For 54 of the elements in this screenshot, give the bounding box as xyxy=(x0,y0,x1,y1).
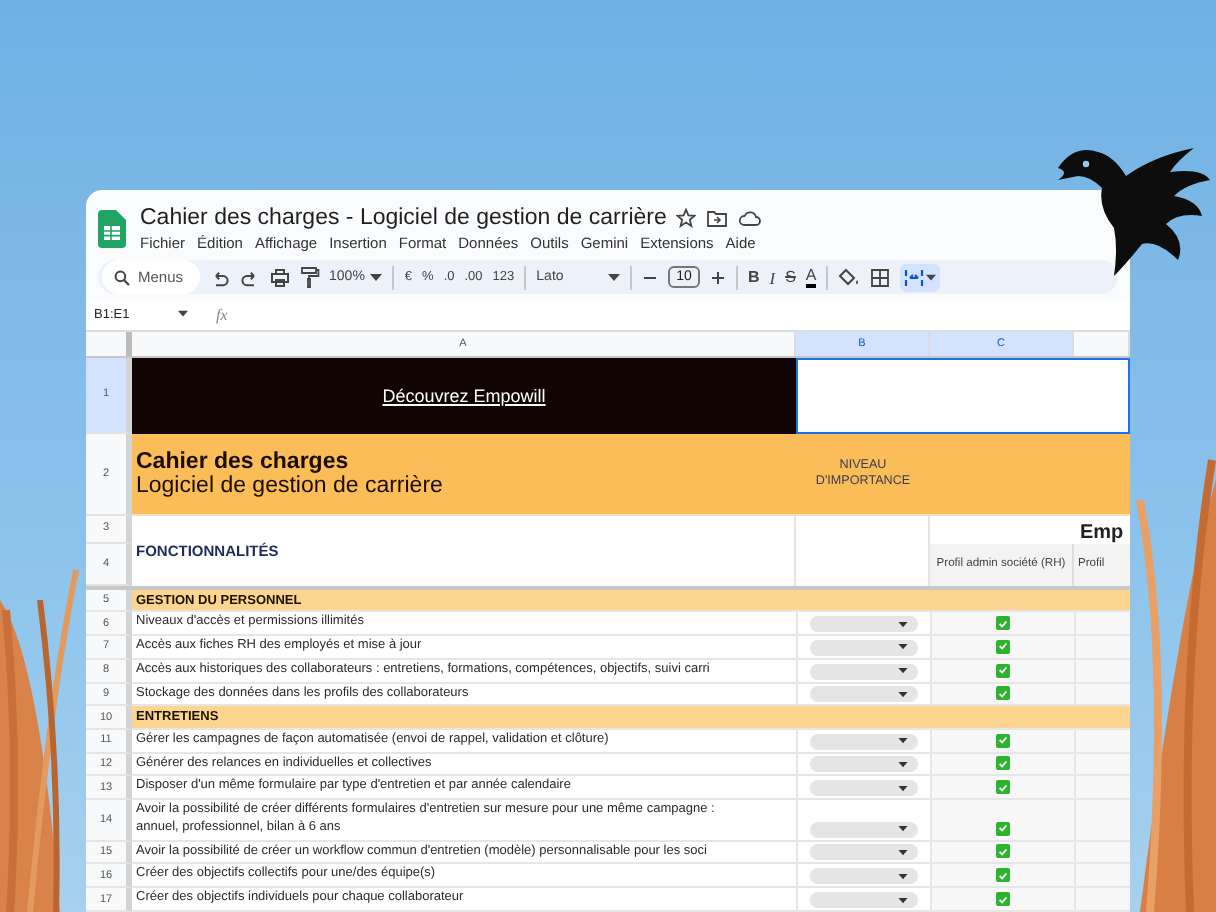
checkbox[interactable] xyxy=(996,756,1010,771)
banner-link[interactable]: Découvrez Empowill xyxy=(382,385,546,406)
caret-icon xyxy=(898,621,908,628)
print-icon[interactable] xyxy=(269,267,290,287)
caret-icon xyxy=(898,691,908,698)
caret-icon xyxy=(608,273,621,281)
redo-icon[interactable] xyxy=(239,267,260,287)
checkbox[interactable] xyxy=(996,663,1010,678)
caret-icon xyxy=(898,785,908,792)
folder-icon[interactable] xyxy=(706,208,729,228)
table-cell xyxy=(1074,589,1130,613)
undo-icon[interactable] xyxy=(209,267,230,287)
strikethrough-button[interactable]: S xyxy=(785,268,796,286)
selected-merged-cell[interactable] xyxy=(796,357,1130,434)
checkbox[interactable] xyxy=(996,780,1010,795)
column-group-heading: Emp xyxy=(1078,519,1126,544)
merge-cells-button[interactable] xyxy=(900,263,941,291)
caret-icon xyxy=(898,897,908,903)
checkbox[interactable] xyxy=(996,639,1010,654)
checkbox[interactable] xyxy=(996,821,1010,836)
cloud-icon[interactable] xyxy=(738,208,763,228)
caret-icon xyxy=(898,644,908,651)
borders-icon[interactable] xyxy=(870,267,891,287)
paint-format-icon[interactable] xyxy=(299,266,320,288)
bold-button[interactable]: B xyxy=(747,268,760,286)
checkbox[interactable] xyxy=(996,868,1010,883)
checkbox[interactable] xyxy=(996,686,1010,701)
caret-icon[interactable] xyxy=(178,310,188,319)
caret-icon xyxy=(898,849,908,856)
caret-icon xyxy=(898,873,908,880)
table-cell xyxy=(1074,433,1130,516)
paint-bucket-icon[interactable] xyxy=(838,267,861,287)
merge-icon xyxy=(904,267,925,287)
italic-button[interactable]: I xyxy=(769,267,776,287)
checkbox[interactable] xyxy=(996,733,1010,748)
plus-icon[interactable] xyxy=(709,269,726,285)
caret-icon xyxy=(926,273,937,281)
search-icon xyxy=(114,269,130,285)
checkbox[interactable] xyxy=(996,844,1010,859)
checkbox[interactable] xyxy=(996,616,1010,631)
table-cell xyxy=(1074,706,1130,730)
caret-icon xyxy=(898,826,908,833)
caret-icon xyxy=(370,273,383,281)
checkbox[interactable] xyxy=(996,892,1010,906)
function-label: fx xyxy=(216,305,228,324)
caret-icon xyxy=(898,738,908,745)
star-icon[interactable] xyxy=(676,208,697,228)
text-color-button[interactable]: A xyxy=(805,267,817,287)
document-title[interactable]: Cahier des charges - Logiciel de gestion de carrière xyxy=(140,206,667,230)
caret-icon xyxy=(898,761,908,768)
sheets-logo-icon[interactable] xyxy=(98,210,126,248)
caret-icon xyxy=(898,668,908,675)
sheet-title: Cahier des charges xyxy=(136,449,351,474)
sheet-subtitle: Logiciel de gestion de carrière xyxy=(136,473,445,498)
